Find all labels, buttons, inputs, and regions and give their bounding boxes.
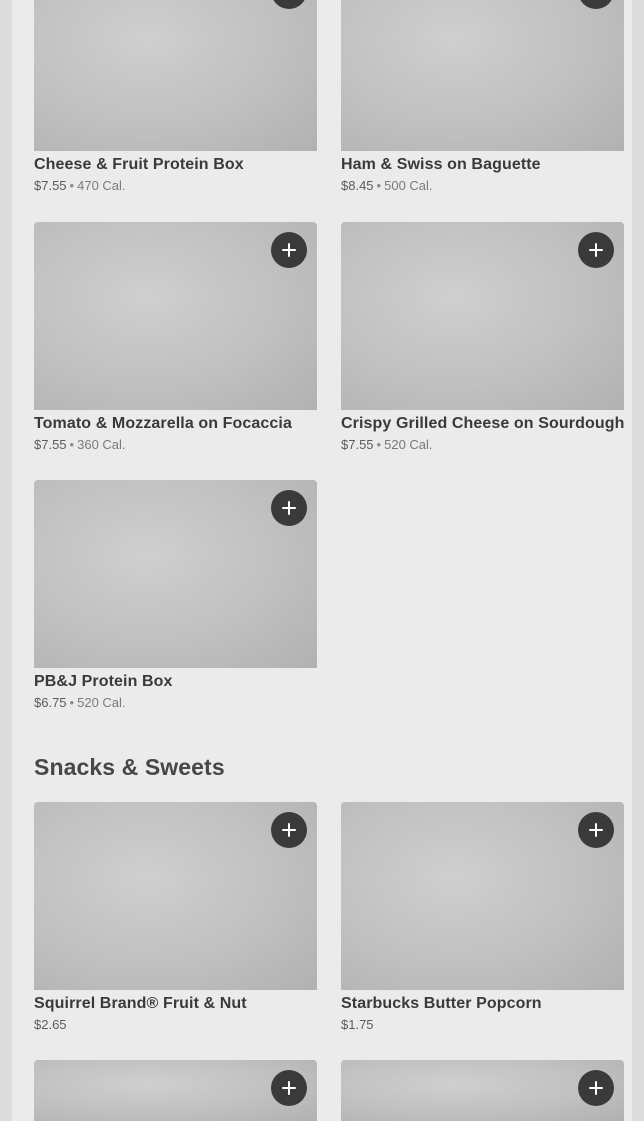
plus-icon: [282, 1081, 296, 1095]
item-name[interactable]: Cheese & Fruit Protein Box: [34, 157, 317, 173]
add-to-order-button[interactable]: [578, 1070, 614, 1106]
item-name[interactable]: PB&J Protein Box: [34, 674, 317, 690]
add-to-order-button[interactable]: [271, 0, 307, 9]
separator-dot: •: [69, 178, 75, 193]
item-image-placeholder[interactable]: [341, 0, 624, 151]
item-price: $8.45: [341, 178, 374, 193]
menu-item-card[interactable]: PB&J Protein Box $6.75 • 520 Cal.: [34, 480, 317, 710]
plus-icon: [589, 1081, 603, 1095]
menu-item-card[interactable]: Cheese & Fruit Protein Box $7.55 • 470 Cal…: [34, 0, 317, 193]
plus-icon: [282, 243, 296, 257]
item-calories: 360 Cal.: [77, 437, 126, 452]
item-price: $7.55: [34, 178, 67, 193]
item-calories: 520 Cal.: [77, 695, 126, 710]
add-to-order-button[interactable]: [578, 232, 614, 268]
plus-icon: [282, 501, 296, 515]
item-name[interactable]: Ham & Swiss on Baguette: [341, 157, 624, 173]
add-to-order-button[interactable]: [271, 1070, 307, 1106]
menu-item-card[interactable]: Starbucks Butter Popcorn $1.75: [341, 802, 624, 1032]
add-to-order-button[interactable]: [271, 232, 307, 268]
add-to-order-button[interactable]: [271, 490, 307, 526]
separator-dot: •: [69, 437, 75, 452]
item-meta: $1.75: [341, 1018, 624, 1032]
item-meta: $2.65: [34, 1018, 317, 1032]
add-to-order-button[interactable]: [578, 0, 614, 9]
item-price: $1.75: [341, 1017, 374, 1032]
item-image-placeholder[interactable]: [34, 222, 317, 410]
item-price: $7.55: [341, 437, 374, 452]
plus-icon: [589, 823, 603, 837]
item-price: $2.65: [34, 1017, 67, 1032]
item-name[interactable]: Starbucks Butter Popcorn: [341, 996, 624, 1012]
plus-icon: [589, 243, 603, 257]
item-calories: 520 Cal.: [384, 437, 433, 452]
add-to-order-button[interactable]: [578, 812, 614, 848]
section-heading: Snacks & Sweets: [34, 754, 225, 780]
menu-item-card[interactable]: [34, 1060, 317, 1121]
item-image-placeholder[interactable]: [34, 802, 317, 990]
item-meta: $8.45 • 500 Cal.: [341, 179, 624, 193]
item-price: $6.75: [34, 695, 67, 710]
item-meta: $7.55 • 360 Cal.: [34, 438, 317, 452]
item-meta: $7.55 • 470 Cal.: [34, 179, 317, 193]
item-calories: 470 Cal.: [77, 178, 126, 193]
right-edge-shade: [632, 0, 644, 1121]
item-image-placeholder[interactable]: [34, 1060, 317, 1121]
plus-icon: [282, 823, 296, 837]
separator-dot: •: [376, 178, 382, 193]
separator-dot: •: [376, 437, 382, 452]
item-name[interactable]: Tomato & Mozzarella on Focaccia: [34, 416, 317, 432]
menu-item-card[interactable]: Tomato & Mozzarella on Focaccia $7.55 • 36…: [34, 222, 317, 452]
separator-dot: •: [69, 695, 75, 710]
item-meta: $7.55 • 520 Cal.: [341, 438, 624, 452]
item-price: $7.55: [34, 437, 67, 452]
item-image-placeholder[interactable]: [34, 480, 317, 668]
add-to-order-button[interactable]: [271, 812, 307, 848]
menu-item-card[interactable]: [341, 1060, 624, 1121]
item-name[interactable]: Crispy Grilled Cheese on Sourdough: [341, 416, 624, 432]
item-image-placeholder[interactable]: [341, 1060, 624, 1121]
menu-item-card[interactable]: Crispy Grilled Cheese on Sourdough $7.55…: [341, 222, 624, 452]
left-edge-shade: [0, 0, 12, 1121]
item-calories: 500 Cal.: [384, 178, 433, 193]
item-image-placeholder[interactable]: [34, 0, 317, 151]
menu-item-card[interactable]: Ham & Swiss on Baguette $8.45 • 500 Cal.: [341, 0, 624, 193]
item-meta: $6.75 • 520 Cal.: [34, 696, 317, 710]
menu-item-card[interactable]: Squirrel Brand® Fruit & Nut $2.65: [34, 802, 317, 1032]
item-name[interactable]: Squirrel Brand® Fruit & Nut: [34, 996, 317, 1012]
item-image-placeholder[interactable]: [341, 802, 624, 990]
item-image-placeholder[interactable]: [341, 222, 624, 410]
